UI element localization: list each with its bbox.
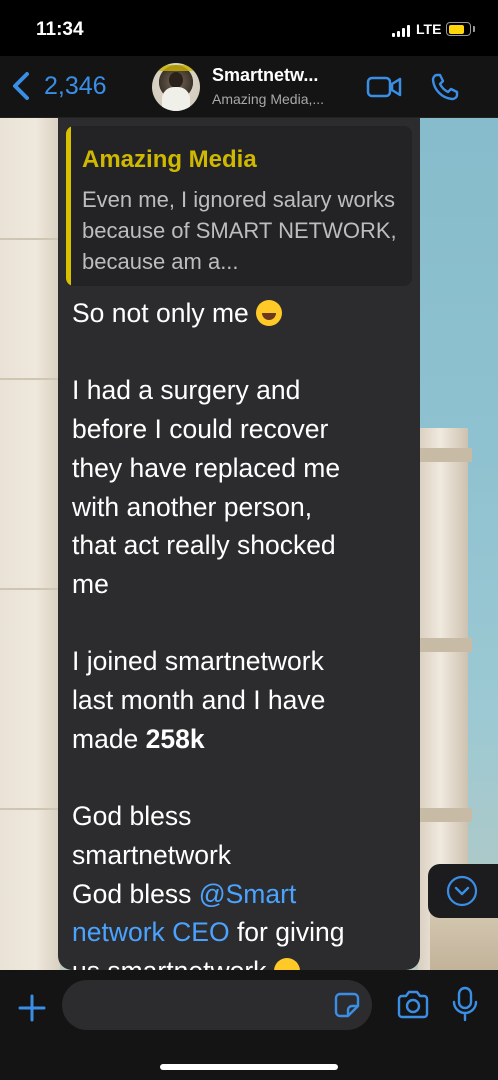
quoted-text: Even me, I ignored salary works because … — [82, 187, 397, 274]
message-line: me — [72, 568, 109, 599]
group-avatar[interactable] — [152, 63, 200, 111]
message-line: with another person, — [72, 491, 313, 522]
status-bar: 11:34 LTE — [0, 0, 498, 56]
quoted-message[interactable]: Amazing Media Even me, I ignored salary … — [66, 126, 412, 286]
message-line: made — [72, 723, 146, 754]
network-type: LTE — [416, 21, 442, 37]
message-line: smartnetwork — [72, 839, 232, 870]
message-line: before I could recover — [72, 414, 329, 445]
status-time: 11:34 — [36, 19, 84, 40]
chat-header: 2,346 Smartnetw... Amazing Media,... — [0, 56, 498, 118]
message-text: So not only me I had a surgery and befor… — [72, 294, 416, 970]
sticker-icon[interactable] — [334, 992, 360, 1018]
home-indicator — [160, 1064, 338, 1070]
message-line: God bless — [72, 801, 192, 832]
mention-link[interactable]: @Smart — [199, 879, 297, 909]
message-line: last month and I have — [72, 685, 326, 715]
chat-subtitle[interactable]: Amazing Media,... — [212, 91, 324, 107]
message-line: So not only me — [72, 298, 249, 328]
wallpaper-wall — [0, 118, 60, 970]
laughing-emoji-icon — [256, 300, 283, 326]
chevron-left-icon — [13, 72, 29, 100]
quote-bar — [66, 126, 71, 286]
unread-count: 2,346 — [44, 71, 107, 100]
chat-area[interactable]: Amazing Media Even me, I ignored salary … — [0, 118, 498, 970]
back-button[interactable]: 2,346 — [10, 66, 107, 106]
mention-link[interactable]: network CEO — [72, 917, 230, 947]
message-line: that act really shocked — [72, 530, 336, 561]
composer-bar — [0, 970, 498, 1080]
message-line: I had a surgery and — [72, 375, 301, 406]
battery-tip — [473, 26, 475, 32]
microphone-icon[interactable] — [452, 986, 478, 1022]
quoted-author: Amazing Media — [82, 146, 257, 173]
message-input[interactable] — [62, 980, 372, 1030]
chat-title[interactable]: Smartnetw... — [212, 65, 318, 86]
message-bubble[interactable]: Amazing Media Even me, I ignored salary … — [58, 118, 420, 970]
camera-icon[interactable] — [396, 990, 430, 1020]
plus-icon[interactable] — [16, 992, 48, 1024]
phone-call-icon[interactable] — [430, 72, 460, 102]
message-line: us smartnetwork — [72, 956, 266, 970]
bold-amount: 258k — [145, 723, 205, 754]
message-line: God bless — [72, 878, 199, 909]
chevron-down-circle-icon — [446, 875, 478, 907]
message-line: they have replaced me — [72, 452, 341, 483]
scroll-to-bottom-button[interactable] — [428, 864, 498, 918]
message-line: for giving — [229, 917, 345, 948]
battery-level — [448, 24, 464, 34]
heart-eyes-emoji-icon — [273, 957, 300, 970]
signal-strength-icon — [392, 25, 412, 37]
video-call-icon[interactable] — [366, 74, 402, 100]
battery-icon — [446, 22, 471, 36]
message-line: I joined smartnetwork — [72, 646, 324, 677]
